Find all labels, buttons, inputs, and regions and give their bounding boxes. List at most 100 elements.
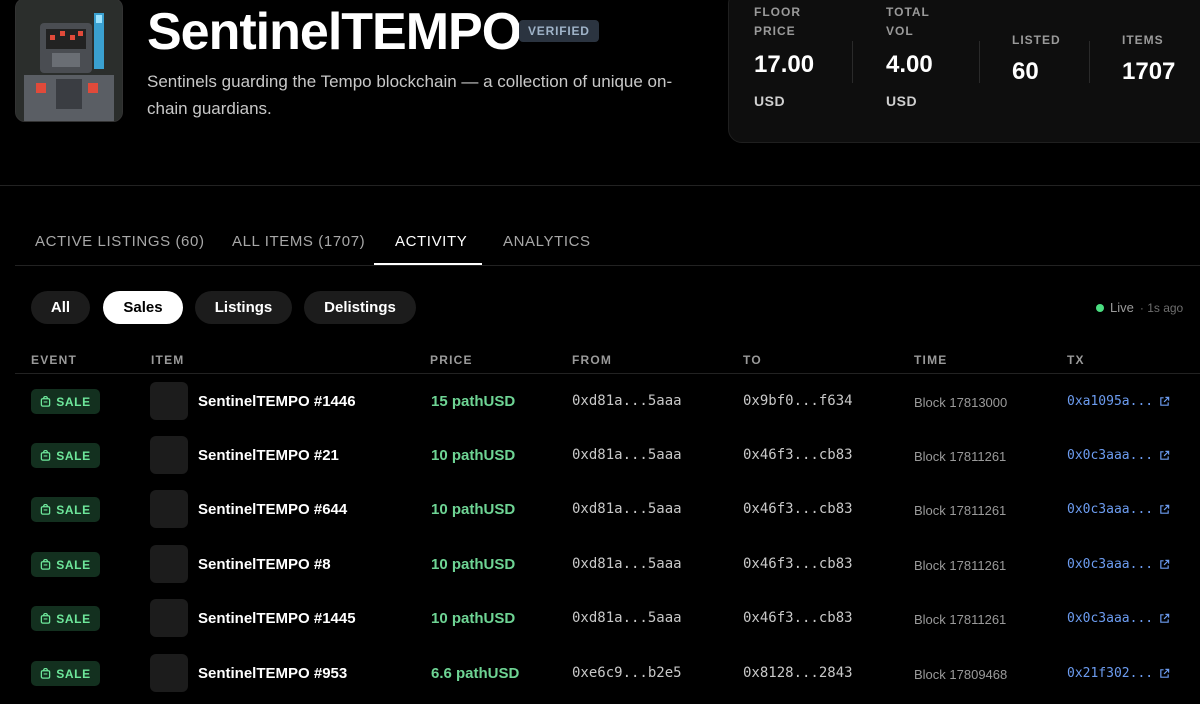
collection-title: SentinelTEMPO xyxy=(147,3,522,61)
external-link-icon[interactable] xyxy=(1159,668,1170,679)
tx-hash[interactable]: 0x0c3aaa... xyxy=(1067,448,1153,463)
live-label: Live xyxy=(1110,300,1134,315)
event-label: SALE xyxy=(56,394,91,409)
verified-badge: VERIFIED xyxy=(519,20,599,42)
item-thumbnail[interactable] xyxy=(150,599,188,637)
header-divider xyxy=(0,185,1200,186)
divider xyxy=(852,41,853,83)
tab-active-listings[interactable]: ACTIVE LISTINGS (60) xyxy=(35,218,205,265)
to-address[interactable]: 0x46f3...cb83 xyxy=(743,556,853,572)
tab-analytics[interactable]: ANALYTICS xyxy=(503,218,591,265)
tx-link[interactable]: 0x21f302... xyxy=(1067,666,1170,681)
from-address[interactable]: 0xd81a...5aaa xyxy=(572,393,682,409)
stat-value: 17.00 xyxy=(754,51,815,78)
price-value: 10 pathUSD xyxy=(431,610,516,627)
price-value: 6.6 pathUSD xyxy=(431,665,520,682)
stat-unit: USD xyxy=(754,93,786,109)
from-address[interactable]: 0xd81a...5aaa xyxy=(572,610,682,626)
sentinel-robot-image xyxy=(16,0,122,121)
stat-label: PRICE xyxy=(754,24,796,38)
item-thumbnail[interactable] xyxy=(150,654,188,692)
item-thumbnail[interactable] xyxy=(150,436,188,474)
to-address[interactable]: 0x8128...2843 xyxy=(743,665,853,681)
table-row[interactable]: SALE SentinelTEMPO #21 10 pathUSD 0xd81a...… xyxy=(15,428,1200,482)
event-label: SALE xyxy=(56,448,91,463)
to-address[interactable]: 0x46f3...cb83 xyxy=(743,501,853,517)
bag-icon xyxy=(40,668,51,679)
tx-hash[interactable]: 0x21f302... xyxy=(1067,666,1153,681)
bag-icon xyxy=(40,396,51,407)
tx-link[interactable]: 0x0c3aaa... xyxy=(1067,502,1170,517)
filter-sales-button[interactable]: Sales xyxy=(103,291,183,324)
tab-all-items[interactable]: ALL ITEMS (1707) xyxy=(232,218,365,265)
table-row[interactable]: SALE SentinelTEMPO #8 10 pathUSD 0xd81a...5… xyxy=(15,537,1200,591)
tx-link[interactable]: 0x0c3aaa... xyxy=(1067,448,1170,463)
block-time: Block 17811261 xyxy=(914,449,1007,464)
price-value: 10 pathUSD xyxy=(431,556,516,573)
column-header-tx: TX xyxy=(1067,353,1085,367)
stat-value: 60 xyxy=(1012,58,1039,85)
table-row[interactable]: SALE SentinelTEMPO #1446 15 pathUSD 0xd81a.… xyxy=(15,374,1200,428)
block-time: Block 17811261 xyxy=(914,503,1007,518)
bag-icon xyxy=(40,613,51,624)
item-thumbnail[interactable] xyxy=(150,382,188,420)
from-address[interactable]: 0xd81a...5aaa xyxy=(572,447,682,463)
item-name[interactable]: SentinelTEMPO #21 xyxy=(198,447,339,464)
table-row[interactable]: SALE SentinelTEMPO #953 6.6 pathUSD 0xe6c9.… xyxy=(15,646,1200,700)
table-row[interactable]: SALE SentinelTEMPO #1445 10 pathUSD 0xd81a.… xyxy=(15,591,1200,645)
tx-link[interactable]: 0xa1095a... xyxy=(1067,394,1170,409)
from-address[interactable]: 0xe6c9...b2e5 xyxy=(572,665,682,681)
item-name[interactable]: SentinelTEMPO #953 xyxy=(198,665,347,682)
filter-all-button[interactable]: All xyxy=(31,291,90,324)
external-link-icon[interactable] xyxy=(1159,504,1170,515)
item-name[interactable]: SentinelTEMPO #644 xyxy=(198,501,347,518)
to-address[interactable]: 0x46f3...cb83 xyxy=(743,610,853,626)
sale-badge: SALE xyxy=(31,552,100,577)
divider xyxy=(979,41,980,83)
tab-activity[interactable]: ACTIVITY xyxy=(374,218,482,265)
live-dot-icon xyxy=(1096,303,1104,312)
external-link-icon[interactable] xyxy=(1159,559,1170,570)
block-time: Block 17811261 xyxy=(914,558,1007,573)
tx-link[interactable]: 0x0c3aaa... xyxy=(1067,557,1170,572)
sale-badge: SALE xyxy=(31,389,100,414)
item-name[interactable]: SentinelTEMPO #1446 xyxy=(198,393,356,410)
tx-hash[interactable]: 0x0c3aaa... xyxy=(1067,557,1153,572)
tab-bar: ACTIVE LISTINGS (60) ALL ITEMS (1707) AC… xyxy=(15,218,1200,266)
price-value: 10 pathUSD xyxy=(431,447,516,464)
tx-link[interactable]: 0x0c3aaa... xyxy=(1067,611,1170,626)
external-link-icon[interactable] xyxy=(1159,450,1170,461)
tx-hash[interactable]: 0xa1095a... xyxy=(1067,394,1153,409)
stat-value: 4.00 xyxy=(886,51,933,78)
column-header-item: ITEM xyxy=(151,353,185,367)
external-link-icon[interactable] xyxy=(1159,396,1170,407)
collection-description: Sentinels guarding the Tempo blockchain … xyxy=(147,72,673,118)
tx-hash[interactable]: 0x0c3aaa... xyxy=(1067,611,1153,626)
external-link-icon[interactable] xyxy=(1159,613,1170,624)
event-label: SALE xyxy=(56,666,91,681)
from-address[interactable]: 0xd81a...5aaa xyxy=(572,501,682,517)
item-thumbnail[interactable] xyxy=(150,545,188,583)
block-time: Block 17813000 xyxy=(914,395,1008,410)
from-address[interactable]: 0xd81a...5aaa xyxy=(572,556,682,572)
to-address[interactable]: 0x46f3...cb83 xyxy=(743,447,853,463)
event-label: SALE xyxy=(56,502,91,517)
stat-label: VOL xyxy=(886,24,914,38)
table-row[interactable]: SALE SentinelTEMPO #644 10 pathUSD 0xd81a..… xyxy=(15,482,1200,536)
column-header-price: PRICE xyxy=(430,353,473,367)
live-indicator: Live · 1s ago xyxy=(1096,300,1183,315)
table-header: EVENT ITEM PRICE FROM TO TIME TX xyxy=(15,348,1200,374)
item-thumbnail[interactable] xyxy=(150,490,188,528)
stat-label: LISTED xyxy=(1012,33,1061,47)
filter-delistings-button[interactable]: Delistings xyxy=(304,291,416,324)
bag-icon xyxy=(40,559,51,570)
filter-listings-button[interactable]: Listings xyxy=(195,291,292,324)
column-header-from: FROM xyxy=(572,353,613,367)
to-address[interactable]: 0x9bf0...f634 xyxy=(743,393,853,409)
item-name[interactable]: SentinelTEMPO #8 xyxy=(198,556,331,573)
sale-badge: SALE xyxy=(31,443,100,468)
column-header-event: EVENT xyxy=(31,353,78,367)
item-name[interactable]: SentinelTEMPO #1445 xyxy=(198,610,356,627)
stat-label: FLOOR xyxy=(754,5,801,19)
tx-hash[interactable]: 0x0c3aaa... xyxy=(1067,502,1153,517)
